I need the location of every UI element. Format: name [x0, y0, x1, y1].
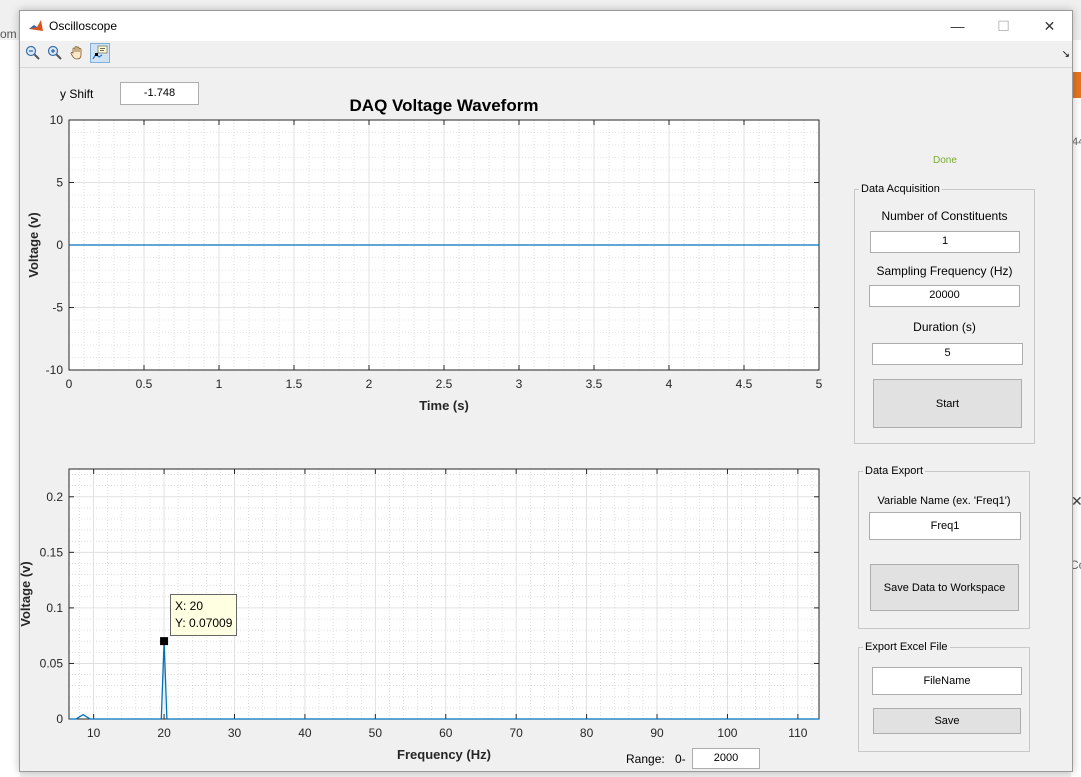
export-excel-title: Export Excel File	[863, 641, 950, 653]
pan-button[interactable]	[67, 43, 87, 63]
data-cursor-icon	[92, 45, 108, 60]
yshift-label: y Shift	[60, 87, 94, 101]
data-cursor-button[interactable]	[90, 43, 110, 63]
range-prefix: 0-	[675, 752, 686, 766]
variable-name-label: Variable Name (ex. 'Freq1')	[877, 495, 1011, 507]
save-to-workspace-button[interactable]: Save Data to Workspace	[870, 564, 1019, 611]
oscilloscope-window: Oscilloscope — ☐ ✕ ↘ y Shift -1.748 Done…	[19, 10, 1073, 772]
background-text-left: om	[0, 27, 17, 41]
window-title: Oscilloscope	[49, 19, 118, 33]
yshift-input[interactable]: -1.748	[120, 82, 199, 105]
datatip-x: X: 20	[175, 599, 204, 613]
figure-toolbar: ↘	[20, 41, 1072, 68]
title-bar: Oscilloscope — ☐ ✕	[20, 11, 1072, 41]
zoom-out-icon	[25, 45, 40, 60]
range-input[interactable]: 2000	[692, 748, 760, 769]
sampling-frequency-input[interactable]: 20000	[869, 285, 1020, 307]
range-label: Range:	[626, 752, 665, 766]
export-excel-panel: Export Excel File	[858, 641, 1030, 752]
variable-name-input[interactable]: Freq1	[869, 512, 1021, 540]
background-text-right-1: 44	[1072, 136, 1081, 148]
zoom-in-button[interactable]	[45, 43, 65, 63]
duration-label: Duration (s)	[913, 320, 976, 334]
start-button[interactable]: Start	[873, 379, 1022, 428]
constituents-label: Number of Constituents	[881, 209, 1008, 223]
matlab-icon	[28, 18, 44, 34]
datatip-y: Y: 0.07009	[175, 616, 233, 630]
zoom-in-icon	[47, 45, 62, 60]
save-excel-button[interactable]: Save	[873, 708, 1021, 734]
data-acquisition-title: Data Acquisition	[859, 183, 942, 195]
data-export-title: Data Export	[863, 465, 926, 477]
minimize-button[interactable]: —	[935, 11, 980, 41]
toolbar-overflow-icon[interactable]: ↘	[1062, 49, 1070, 60]
constituents-input[interactable]: 1	[870, 231, 1020, 253]
pan-hand-icon	[70, 46, 82, 60]
datatip[interactable]: X: 20 Y: 0.07009	[170, 594, 238, 636]
zoom-out-button[interactable]	[23, 43, 43, 63]
duration-input[interactable]: 5	[872, 343, 1023, 365]
maximize-button[interactable]: ☐	[981, 11, 1026, 41]
close-button[interactable]: ✕	[1027, 11, 1072, 41]
background-window-left	[0, 40, 20, 777]
filename-input[interactable]: FileName	[872, 667, 1022, 695]
sampling-frequency-label: Sampling Frequency (Hz)	[876, 264, 1013, 278]
status-text: Done	[933, 155, 957, 166]
background-orange-icon	[1072, 72, 1081, 98]
